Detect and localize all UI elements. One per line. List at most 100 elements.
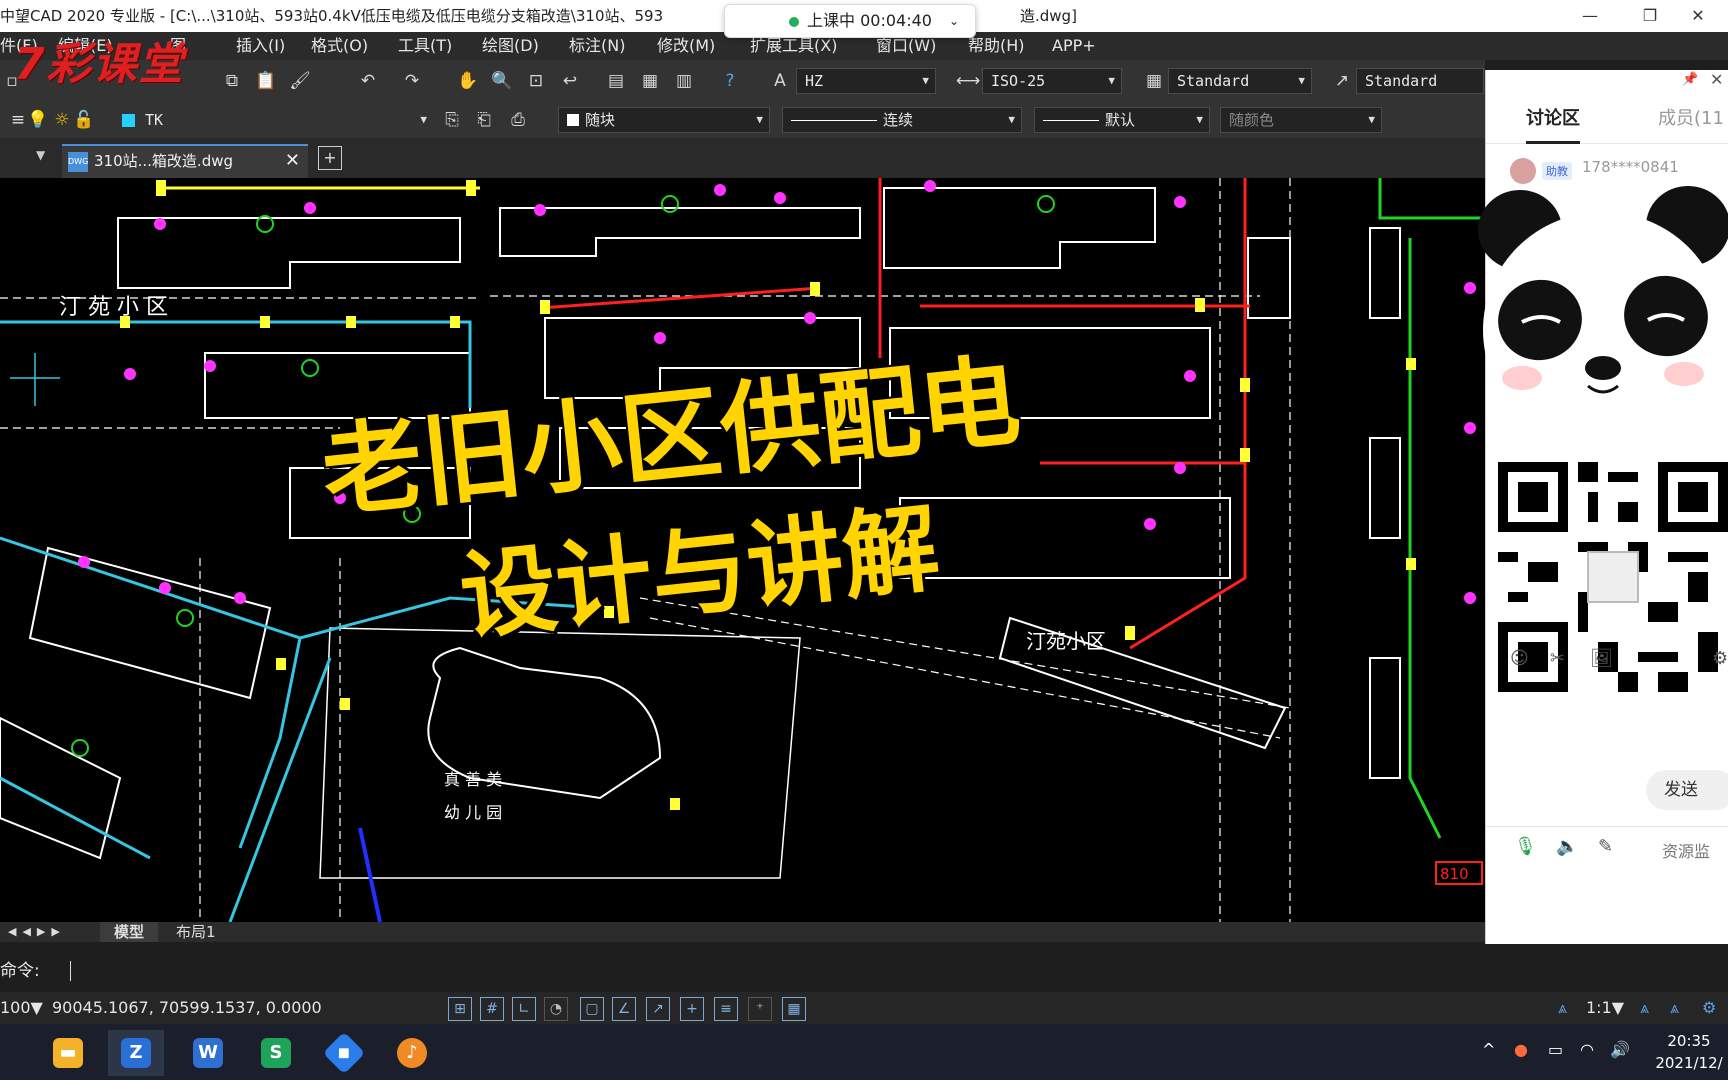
- mleader-style-select[interactable]: Standard: [1356, 68, 1484, 94]
- color-select[interactable]: 随块 ▼: [558, 107, 770, 133]
- snap-tracking-icon[interactable]: ∠: [612, 997, 636, 1021]
- pin-icon[interactable]: 📌: [1682, 72, 1698, 87]
- tray-expand-icon[interactable]: ^: [1482, 1040, 1495, 1059]
- pan-icon[interactable]: ✋: [456, 69, 480, 93]
- ortho-mode-icon[interactable]: ∟: [512, 997, 536, 1021]
- scissors-icon[interactable]: ✂: [1550, 648, 1565, 669]
- taskbar-word[interactable]: W: [180, 1030, 236, 1076]
- quick-properties-icon[interactable]: ▦: [782, 997, 806, 1021]
- menu-dimension[interactable]: 标注(N): [569, 32, 625, 60]
- layout-nav-arrows[interactable]: ◀◀▶▶: [8, 922, 66, 942]
- mleader-style-icon[interactable]: ↗: [1330, 69, 1354, 93]
- battery-icon[interactable]: ▭: [1548, 1040, 1563, 1059]
- table-style-select[interactable]: Standard ▼: [1168, 68, 1312, 94]
- taskbar-cad[interactable]: Z: [108, 1030, 164, 1076]
- image-icon[interactable]: 🖼: [1590, 648, 1613, 669]
- close-tab-icon[interactable]: ✕: [285, 146, 300, 176]
- menu-format[interactable]: 格式(O): [311, 32, 368, 60]
- plotstyle-select[interactable]: 随颜色 ▼: [1220, 107, 1382, 133]
- paste-icon[interactable]: 📋: [254, 69, 278, 93]
- dynamic-input-icon[interactable]: +: [680, 997, 704, 1021]
- audio-app-icon: ♪: [397, 1038, 427, 1068]
- wifi-icon[interactable]: ◠: [1580, 1040, 1594, 1059]
- object-snap-icon[interactable]: ▢: [580, 997, 604, 1021]
- resource-monitor-label[interactable]: 资源监: [1662, 838, 1710, 862]
- live-class-indicator[interactable]: 上课中 00:04:40 ⌄: [724, 4, 976, 38]
- microphone-icon[interactable]: 🎙: [1514, 836, 1537, 857]
- close-panel-icon[interactable]: ✕: [1710, 70, 1723, 89]
- menu-app[interactable]: APP+: [1052, 32, 1096, 60]
- scale-indicator[interactable]: 100▼: [0, 992, 43, 1024]
- settings-gear-icon[interactable]: ⚙: [1702, 992, 1716, 1024]
- polar-tracking-icon[interactable]: ◔: [544, 997, 568, 1021]
- clock-date: 2021/12/: [1655, 1054, 1723, 1072]
- snap-mode-icon[interactable]: ⊞: [448, 997, 472, 1021]
- tray-app-icon[interactable]: ●: [1514, 1040, 1528, 1059]
- annotation-auto-icon[interactable]: ⩓: [1640, 992, 1649, 1024]
- design-center-icon[interactable]: ▦: [638, 69, 662, 93]
- zoom-previous-icon[interactable]: ↩: [558, 69, 582, 93]
- taskbar-file-explorer[interactable]: ▬: [40, 1030, 96, 1076]
- taskbar-classroom[interactable]: ◆: [316, 1030, 372, 1076]
- menu-draw[interactable]: 绘图(D): [482, 32, 539, 60]
- emoji-icon[interactable]: ☺: [1510, 648, 1529, 669]
- layer-state-icon[interactable]: ⎗: [472, 108, 496, 132]
- area-label-1: 汀 苑 小 区: [59, 295, 168, 320]
- dwg-file-icon: DWG: [68, 152, 88, 172]
- tab-model[interactable]: 模型: [100, 922, 159, 942]
- layer-previous-icon[interactable]: ⎘: [440, 108, 464, 132]
- properties-icon[interactable]: ▤: [604, 69, 628, 93]
- settings-icon[interactable]: ⚙: [1712, 648, 1728, 669]
- tab-discussion[interactable]: 讨论区: [1526, 94, 1580, 144]
- redo-icon[interactable]: ↷: [400, 69, 424, 93]
- grid-display-icon[interactable]: #: [480, 997, 504, 1021]
- zoom-window-icon[interactable]: ⊡: [524, 69, 548, 93]
- tab-members[interactable]: 成员(11: [1658, 94, 1724, 144]
- tab-list-icon[interactable]: ▼: [36, 148, 45, 162]
- dynamic-ucs-icon[interactable]: ↗: [646, 997, 670, 1021]
- tab-layout1[interactable]: 布局1: [170, 922, 222, 942]
- taskbar-clock[interactable]: 20:35 2021/12/: [1650, 1030, 1728, 1074]
- linetype-select[interactable]: 连续 ▼: [782, 107, 1022, 133]
- annotation-visibility-icon[interactable]: ⩓: [1558, 992, 1567, 1024]
- minimize-button[interactable]: —: [1560, 0, 1620, 32]
- menu-modify[interactable]: 修改(M): [657, 32, 715, 60]
- text-style-select[interactable]: HZ ▼: [796, 68, 936, 94]
- dim-style-select[interactable]: ISO-25 ▼: [982, 68, 1122, 94]
- selection-cycling-icon[interactable]: ⁺: [748, 997, 772, 1021]
- help-icon[interactable]: ?: [718, 69, 742, 93]
- lineweight-select[interactable]: 默认 ▼: [1034, 107, 1210, 133]
- text-style-icon[interactable]: A: [768, 69, 792, 93]
- undo-icon[interactable]: ↶: [356, 69, 380, 93]
- taskbar-sheets[interactable]: S: [248, 1030, 304, 1076]
- copy-icon[interactable]: ⧉: [220, 69, 244, 93]
- annotation-scale[interactable]: 1:1▼: [1586, 992, 1624, 1024]
- speaker-icon[interactable]: 🔈: [1556, 836, 1578, 857]
- dim-style-icon[interactable]: ⟷: [956, 69, 980, 93]
- menu-help[interactable]: 帮助(H): [968, 32, 1025, 60]
- panel-tabs: 讨论区 成员(11: [1486, 94, 1728, 144]
- table-style-icon[interactable]: ▦: [1142, 69, 1166, 93]
- lock-icon[interactable]: 🔓: [72, 108, 96, 132]
- workspace-icon[interactable]: ⩓: [1670, 992, 1679, 1024]
- menu-insert[interactable]: 插入(I): [236, 32, 285, 60]
- sun-icon[interactable]: ☼: [50, 108, 74, 132]
- command-line[interactable]: 命令:: [0, 956, 1728, 986]
- light-bulb-icon[interactable]: 💡: [26, 108, 50, 132]
- menu-tools[interactable]: 工具(T): [398, 32, 452, 60]
- tab-drawing[interactable]: DWG 310站...箱改造.dwg ✕: [62, 144, 308, 178]
- layer-value: TK: [145, 111, 164, 129]
- match-properties-icon[interactable]: 🖌: [288, 69, 312, 93]
- app-window: 中望CAD 2020 专业版 - [C:\...\310站、593站0.4kV低…: [0, 0, 1728, 1080]
- lineweight-display-icon[interactable]: ≡: [714, 997, 738, 1021]
- pen-off-icon[interactable]: ✎: [1598, 836, 1613, 857]
- close-window-button[interactable]: ✕: [1668, 0, 1728, 32]
- send-button[interactable]: 发送: [1646, 770, 1728, 810]
- zoom-realtime-icon[interactable]: 🔍: [490, 69, 514, 93]
- layer-isolate-icon[interactable]: ⎙: [506, 108, 530, 132]
- new-tab-icon[interactable]: +: [318, 146, 342, 170]
- layer-select[interactable]: TK ▼: [136, 107, 434, 133]
- taskbar-audio-app[interactable]: ♪: [384, 1030, 440, 1076]
- volume-icon[interactable]: 🔊: [1610, 1040, 1630, 1059]
- tool-palette-icon[interactable]: ▥: [672, 69, 696, 93]
